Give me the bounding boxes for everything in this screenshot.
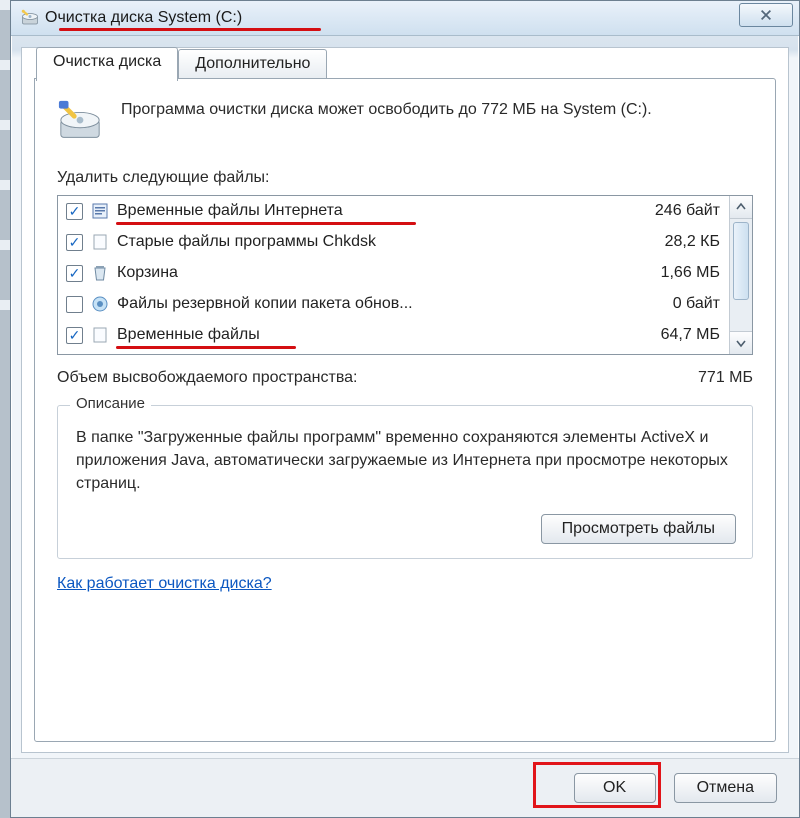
checkbox[interactable] bbox=[66, 203, 83, 220]
scroll-down-button[interactable] bbox=[730, 331, 752, 354]
scroll-up-button[interactable] bbox=[730, 196, 752, 219]
close-icon bbox=[759, 8, 773, 22]
close-button[interactable] bbox=[739, 3, 793, 27]
checkbox[interactable] bbox=[66, 327, 83, 344]
tabstrip: Очистка диска Дополнительно bbox=[36, 47, 327, 79]
freed-space-label: Объем высвобождаемого пространства: bbox=[57, 369, 358, 387]
scroll-thumb[interactable] bbox=[733, 222, 749, 300]
annotation-underline bbox=[116, 346, 296, 349]
list-item-size: 0 байт bbox=[624, 295, 724, 313]
list-item[interactable]: Старые файлы программы Chkdsk28,2 КБ bbox=[58, 226, 730, 257]
disk-cleanup-window: Очистка диска System (C:) Очистка диска … bbox=[10, 0, 800, 818]
description-group: Описание В папке "Загруженные файлы прог… bbox=[57, 405, 753, 559]
titlebar[interactable]: Очистка диска System (C:) bbox=[11, 1, 799, 36]
list-item[interactable]: Корзина1,66 МБ bbox=[58, 257, 730, 288]
list-item-label: Временные файлы Интернета bbox=[117, 202, 624, 220]
file-category-icon bbox=[91, 264, 109, 282]
description-text: В папке "Загруженные файлы программ" вре… bbox=[76, 426, 734, 496]
freed-space-value: 771 МБ bbox=[698, 369, 753, 387]
client-area: Очистка диска Дополнительно Программа оч… bbox=[21, 47, 789, 753]
list-item-size: 1,66 МБ bbox=[624, 264, 724, 282]
checkbox[interactable] bbox=[66, 265, 83, 282]
file-category-icon bbox=[91, 295, 109, 313]
cancel-button[interactable]: Отмена bbox=[674, 773, 777, 803]
file-category-icon bbox=[91, 326, 109, 344]
file-category-icon bbox=[91, 233, 109, 251]
view-files-button[interactable]: Просмотреть файлы bbox=[541, 514, 736, 544]
disk-cleanup-icon bbox=[21, 9, 39, 27]
drive-icon bbox=[57, 99, 103, 145]
list-item-label: Старые файлы программы Chkdsk bbox=[117, 233, 624, 251]
checkbox[interactable] bbox=[66, 234, 83, 251]
help-link[interactable]: Как работает очистка диска? bbox=[57, 575, 272, 593]
dialog-footer: OK Отмена bbox=[11, 758, 799, 817]
files-listbox[interactable]: Временные файлы Интернета246 байтСтарые … bbox=[57, 195, 753, 355]
list-item[interactable]: Временные файлы Интернета246 байт bbox=[58, 196, 730, 226]
chevron-down-icon bbox=[736, 338, 746, 348]
annotation-underline bbox=[59, 28, 321, 31]
list-item[interactable]: Временные файлы64,7 МБ bbox=[58, 319, 730, 350]
list-item-size: 64,7 МБ bbox=[624, 326, 724, 344]
list-item-label: Корзина bbox=[117, 264, 624, 282]
tab-more-options[interactable]: Дополнительно bbox=[178, 49, 327, 80]
checkbox[interactable] bbox=[66, 296, 83, 313]
list-item-size: 246 байт bbox=[624, 202, 724, 220]
window-title: Очистка диска System (C:) bbox=[45, 9, 242, 27]
chevron-up-icon bbox=[736, 202, 746, 212]
summary-text: Программа очистки диска может освободить… bbox=[121, 99, 652, 145]
scrollbar[interactable] bbox=[729, 196, 752, 354]
file-category-icon bbox=[91, 202, 109, 220]
description-legend: Описание bbox=[70, 395, 151, 412]
tab-cleanup[interactable]: Очистка диска bbox=[36, 47, 178, 81]
annotation-underline bbox=[116, 222, 416, 225]
list-item-label: Временные файлы bbox=[117, 326, 624, 344]
list-item-size: 28,2 КБ bbox=[624, 233, 724, 251]
tab-page: Программа очистки диска может освободить… bbox=[34, 78, 776, 742]
files-to-delete-label: Удалить следующие файлы: bbox=[57, 169, 753, 187]
ok-button[interactable]: OK bbox=[574, 773, 656, 803]
list-item[interactable]: Файлы резервной копии пакета обнов...0 б… bbox=[58, 288, 730, 319]
list-item-label: Файлы резервной копии пакета обнов... bbox=[117, 295, 624, 313]
